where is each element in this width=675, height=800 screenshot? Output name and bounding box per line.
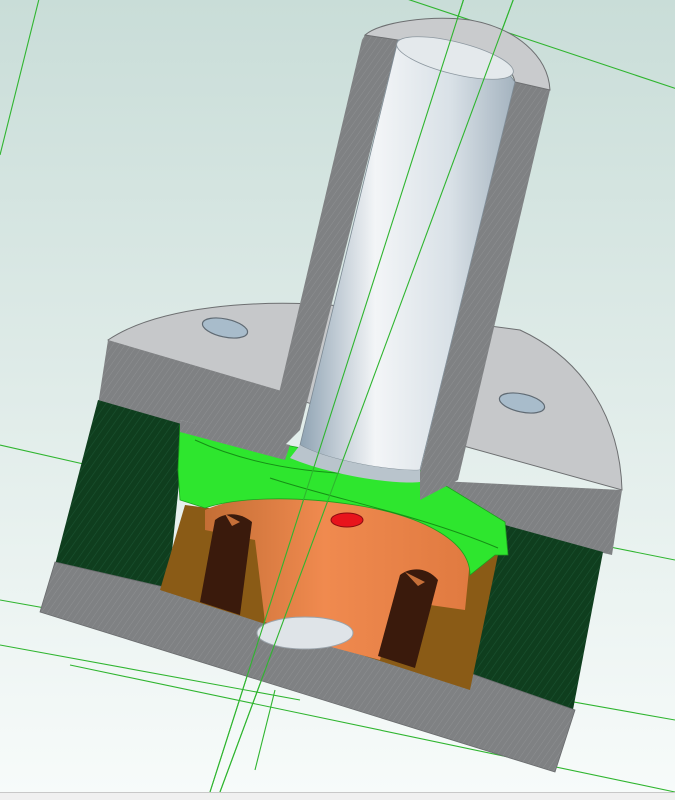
status-bar [0, 792, 675, 800]
section-view-canvas [0, 0, 675, 792]
bore-opening [256, 616, 354, 650]
cad-3d-viewport[interactable] [0, 0, 675, 792]
alignment-marker [330, 512, 364, 528]
